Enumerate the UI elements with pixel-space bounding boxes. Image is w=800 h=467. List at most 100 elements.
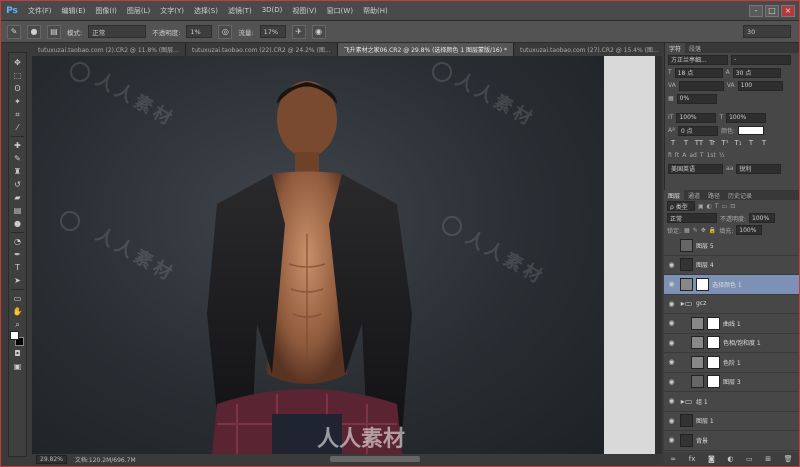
text-color-swatch[interactable] bbox=[737, 126, 764, 135]
filter-adjust-icon[interactable]: ◐ bbox=[707, 203, 712, 210]
menu-item[interactable]: 编辑(E) bbox=[57, 6, 91, 16]
visibility-eye-icon[interactable]: ◉ bbox=[666, 280, 677, 288]
layer-row[interactable]: ◉ 图层 3 bbox=[664, 373, 799, 392]
type-icon[interactable]: T bbox=[10, 261, 25, 274]
crop-icon[interactable]: ⌗ bbox=[10, 108, 25, 121]
trash-icon[interactable]: 🗑 bbox=[784, 455, 793, 463]
blur-icon[interactable]: ● bbox=[10, 217, 25, 230]
layer-row[interactable]: ◉ 选择颜色 1 bbox=[664, 275, 799, 295]
flow-input[interactable]: 17% bbox=[259, 25, 286, 38]
eraser-icon[interactable]: ▰ bbox=[10, 191, 25, 204]
layer-row[interactable]: ◉ 图层 1 bbox=[664, 412, 799, 431]
menu-item[interactable]: 3D(D) bbox=[257, 6, 288, 16]
zoom-icon[interactable]: ⌕ bbox=[10, 318, 25, 331]
menu-item[interactable]: 视图(V) bbox=[287, 6, 321, 16]
pressure-opacity-icon[interactable]: ◎ bbox=[218, 24, 233, 39]
horizontal-scale-input[interactable]: 100% bbox=[726, 112, 767, 123]
type-style-button[interactable]: T bbox=[681, 139, 691, 147]
layer-row[interactable]: ◉ 色阶 1 bbox=[664, 353, 799, 373]
visibility-eye-icon[interactable]: ◉ bbox=[666, 319, 677, 327]
filter-shape-icon[interactable]: ▭ bbox=[722, 203, 728, 210]
mode-select[interactable]: 正常 bbox=[88, 25, 147, 38]
document-tab[interactable]: 飞升素材之家06.CR2 @ 29.8% (选择颜色 1 图层蒙版/16) * bbox=[337, 43, 514, 56]
layer-mask-thumbnail[interactable] bbox=[707, 355, 720, 369]
layer-mask-thumbnail[interactable] bbox=[696, 277, 709, 291]
type-style-button[interactable]: T¹ bbox=[720, 139, 730, 147]
panel-tab[interactable]: 字符 bbox=[665, 43, 686, 53]
layer-filter-kind[interactable]: ρ 类型 bbox=[667, 201, 695, 211]
panel-tab[interactable]: 段落 bbox=[685, 43, 705, 53]
layer-row[interactable]: 图层 5 bbox=[664, 236, 799, 256]
filter-type-icon[interactable]: T bbox=[715, 203, 719, 210]
quick-select-icon[interactable]: ✦ bbox=[10, 95, 25, 108]
visibility-eye-icon[interactable]: ◉ bbox=[666, 339, 677, 347]
panel-tab[interactable]: 通道 bbox=[684, 190, 704, 200]
pen-icon[interactable]: ✒ bbox=[10, 248, 25, 261]
brush-panel-toggle-icon[interactable]: ▤ bbox=[47, 24, 61, 39]
layer-row[interactable]: ◉ ▸▭ gcz bbox=[664, 295, 799, 314]
menu-item[interactable]: 文字(Y) bbox=[155, 6, 189, 16]
blend-mode-select[interactable]: 正常 bbox=[667, 213, 717, 223]
menu-item[interactable]: 文件(F) bbox=[23, 6, 57, 16]
eyedropper-icon[interactable]: ⁄ bbox=[10, 121, 25, 134]
type-style-button[interactable]: Tr bbox=[707, 139, 717, 147]
screen-mode-icon[interactable]: ▣ bbox=[10, 360, 25, 373]
menu-item[interactable]: 图层(L) bbox=[122, 6, 155, 16]
layer-mask-thumbnail[interactable] bbox=[707, 375, 720, 389]
pressure-size-icon[interactable]: ◉ bbox=[311, 24, 326, 39]
history-brush-icon[interactable]: ↺ bbox=[10, 178, 25, 191]
panel-tab[interactable]: 图层 bbox=[664, 190, 685, 200]
menu-item[interactable]: 滤镜(T) bbox=[223, 6, 257, 16]
maximize-button[interactable]: □ bbox=[765, 4, 779, 17]
layer-row[interactable]: ◉ 曲线 1 bbox=[664, 314, 799, 334]
type-style-button[interactable]: T₁ bbox=[733, 139, 743, 147]
shape-icon[interactable]: ▭ bbox=[10, 292, 25, 305]
adjustment-icon[interactable]: ◐ bbox=[727, 455, 733, 463]
gradient-icon[interactable]: ▤ bbox=[10, 204, 25, 217]
font-family-select[interactable]: 方正兰亭细... bbox=[668, 54, 728, 65]
tsume-input[interactable]: 0% bbox=[676, 93, 717, 104]
canvas-area[interactable]: 人人素材 人人素材 人人素材 人人素材 人人素材 bbox=[32, 56, 662, 454]
tracking-input[interactable]: 100 bbox=[737, 80, 783, 91]
layer-mask-thumbnail[interactable] bbox=[707, 316, 720, 330]
panel-tab[interactable]: 历史记录 bbox=[724, 190, 756, 200]
color-swatches[interactable] bbox=[10, 331, 25, 347]
hand-icon[interactable]: ✋ bbox=[10, 305, 25, 318]
layer-row[interactable]: ◉ ▸▭ 组 1 bbox=[664, 392, 799, 412]
font-style-select[interactable]: - bbox=[731, 54, 791, 65]
opacity-input[interactable]: 1% bbox=[186, 25, 213, 38]
vertical-scrollbar[interactable] bbox=[655, 56, 662, 454]
move-icon[interactable]: ✥ bbox=[10, 56, 25, 69]
document-tab[interactable]: tutuxuzai.taobao.com (2).CR2 @ 11.8% (图层… bbox=[32, 43, 186, 56]
lock-transparent-icon[interactable]: ▦ bbox=[684, 227, 690, 234]
visibility-eye-icon[interactable]: ◉ bbox=[666, 397, 677, 405]
leading-input[interactable]: 30 点 bbox=[732, 67, 781, 78]
antialias-select[interactable]: 锐利 bbox=[736, 163, 782, 174]
type-style-button[interactable]: T bbox=[759, 139, 769, 147]
vertical-scale-input[interactable]: 100% bbox=[676, 112, 717, 123]
visibility-eye-icon[interactable]: ◉ bbox=[666, 261, 677, 269]
dodge-icon[interactable]: ◔ bbox=[10, 235, 25, 248]
foreground-color-swatch[interactable] bbox=[10, 331, 19, 340]
layer-row[interactable]: ◉ 图层 4 bbox=[664, 256, 799, 275]
marquee-icon[interactable]: ⬚ bbox=[10, 69, 25, 82]
new-layer-icon[interactable]: ⊞ bbox=[765, 455, 771, 463]
lock-paint-icon[interactable]: ✎ bbox=[693, 227, 698, 234]
heal-icon[interactable]: ✚ bbox=[10, 139, 25, 152]
brush-icon[interactable]: ✎ bbox=[10, 152, 25, 165]
document-canvas[interactable]: 人人素材 人人素材 人人素材 人人素材 人人素材 bbox=[32, 56, 604, 454]
lock-move-icon[interactable]: ✥ bbox=[701, 227, 706, 234]
folder-icon[interactable]: ▭ bbox=[746, 455, 753, 463]
menu-item[interactable]: 选择(S) bbox=[189, 6, 223, 16]
link-icon[interactable]: ∞ bbox=[670, 455, 676, 463]
close-button[interactable]: × bbox=[781, 4, 795, 17]
path-select-icon[interactable]: ➤ bbox=[10, 274, 25, 287]
horizontal-scrollbar[interactable] bbox=[330, 456, 420, 462]
font-size-input[interactable]: 18 点 bbox=[674, 67, 723, 78]
filter-smart-icon[interactable]: ⊡ bbox=[730, 203, 735, 210]
fx-icon[interactable]: fx bbox=[689, 455, 696, 463]
workspace-select[interactable]: 30 bbox=[743, 25, 791, 38]
menu-item[interactable]: 窗口(W) bbox=[322, 6, 358, 16]
layer-opacity-input[interactable]: 100% bbox=[749, 213, 776, 223]
visibility-eye-icon[interactable]: ◉ bbox=[666, 378, 677, 386]
